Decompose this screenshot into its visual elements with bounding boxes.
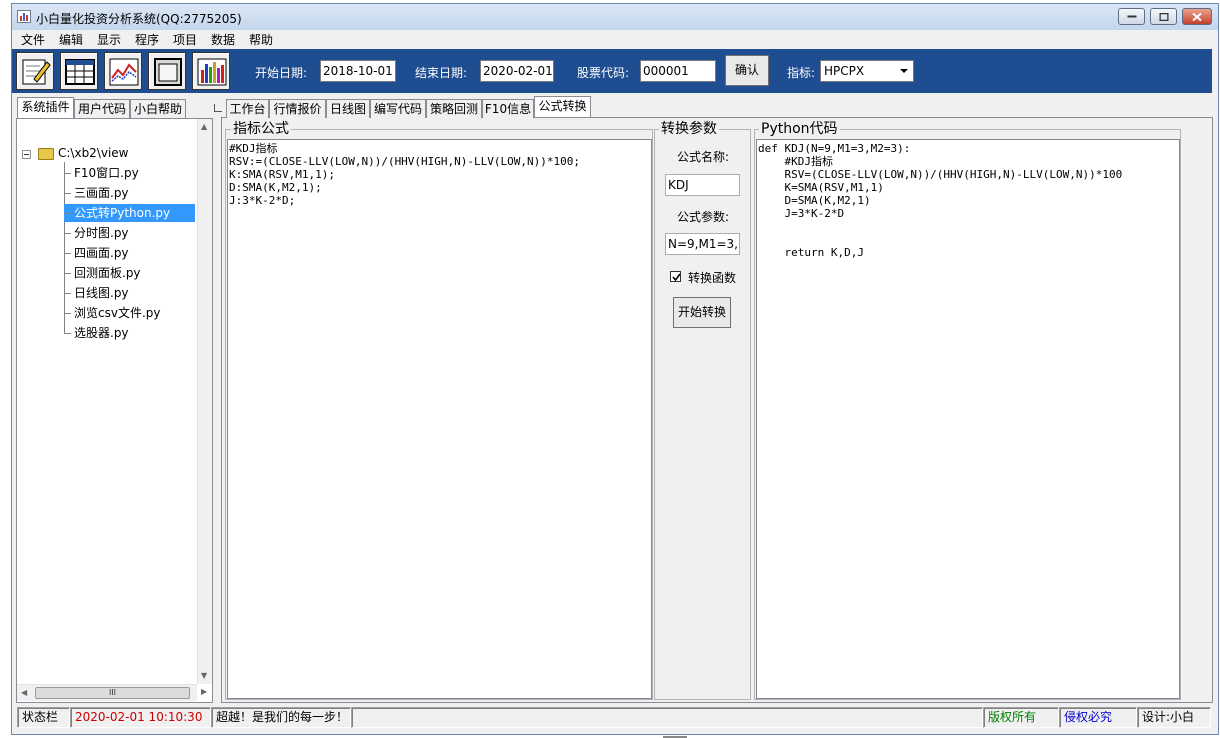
folder-icon <box>38 148 54 160</box>
tab-strip-corner <box>214 104 222 112</box>
menu-view[interactable]: 显示 <box>97 31 121 48</box>
formula-params-label: 公式参数: <box>677 210 730 224</box>
tab-market-quotes[interactable]: 行情报价 <box>269 99 326 118</box>
menu-file[interactable]: 文件 <box>21 31 45 48</box>
tab-workbench[interactable]: 工作台 <box>226 99 269 118</box>
formula-params-input[interactable]: N=9,M1=3,M2=3 <box>665 233 740 255</box>
formula-name-input[interactable]: KDJ <box>665 174 740 196</box>
minimize-button[interactable] <box>1118 8 1145 25</box>
tree-file-item[interactable]: 分时图.py <box>64 224 129 242</box>
scroll-right-icon[interactable]: ▶ <box>201 687 207 696</box>
formula-name-label: 公式名称: <box>677 150 730 164</box>
indicator-select-value: HPCPX <box>824 64 865 78</box>
formula-group-title: 指标公式 <box>231 121 291 137</box>
scroll-left-icon[interactable]: ◀ <box>21 688 27 697</box>
status-piracy-notice: 侵权必究 <box>1059 707 1137 728</box>
edit-pencil-icon <box>22 59 51 85</box>
toolbar-edit-button[interactable] <box>16 52 54 90</box>
tree-file-item[interactable]: 四画面.py <box>64 244 129 262</box>
bar-chart-icon <box>197 58 227 86</box>
window-title: 小白量化投资分析系统(QQ:2775205) <box>36 12 242 26</box>
convert-function-checkbox[interactable] <box>670 271 681 282</box>
chevron-down-icon <box>900 69 908 73</box>
menu-project[interactable]: 项目 <box>173 31 197 48</box>
status-message: 超越！是我们的每一步！ <box>211 707 351 728</box>
stock-code-label: 股票代码: <box>577 66 630 80</box>
tab-user-code[interactable]: 用户代码 <box>74 99 130 118</box>
menu-data[interactable]: 数据 <box>211 31 235 48</box>
stock-code-input[interactable]: 000001 <box>640 60 716 82</box>
scroll-down-icon[interactable]: ▼ <box>201 671 207 680</box>
python-group-title: Python代码 <box>759 121 840 137</box>
tab-system-plugins[interactable]: 系统插件 <box>17 97 74 118</box>
status-copyright: 版权所有 <box>983 707 1059 728</box>
tree-file-item[interactable]: 日线图.py <box>64 284 129 302</box>
tree-file-item[interactable]: 选股器.py <box>64 324 129 342</box>
tab-f10-info[interactable]: F10信息 <box>482 99 534 118</box>
tree-file-item-selected[interactable]: 公式转Python.py <box>64 204 195 222</box>
toolbar-line-chart-button[interactable] <box>104 52 142 90</box>
status-label: 状态栏 <box>17 707 70 728</box>
minimize-icon <box>1127 15 1136 17</box>
convert-function-label[interactable]: 转换函数 <box>688 269 736 286</box>
tree-file-item[interactable]: 回测面板.py <box>64 264 141 282</box>
indicator-label: 指标: <box>787 66 816 80</box>
window-frame-icon <box>154 58 182 86</box>
toolbar-window-button[interactable] <box>148 52 186 90</box>
status-spacer <box>351 707 983 728</box>
maximize-button[interactable] <box>1150 8 1177 25</box>
python-code: def KDJ(N=9,M1=3,M2=3): #KDJ指标 RSV=(CLOS… <box>758 142 1123 259</box>
tree-root-folder[interactable]: C:\xb2\view <box>58 146 129 160</box>
tab-write-code[interactable]: 编写代码 <box>370 99 426 118</box>
tab-xiaobai-help[interactable]: 小白帮助 <box>130 99 186 118</box>
end-date-input[interactable]: 2020-02-01 <box>480 60 554 82</box>
indicator-select[interactable]: HPCPX <box>820 60 914 82</box>
tree-collapse-icon[interactable] <box>22 150 31 159</box>
formula-code: #KDJ指标 RSV:=(CLOSE-LLV(LOW,N))/(HHV(HIGH… <box>229 142 580 207</box>
line-chart-icon <box>109 58 139 86</box>
tree-file-item[interactable]: 三画面.py <box>64 184 129 202</box>
convert-params-title: 转换参数 <box>659 121 719 137</box>
end-date-label: 结束日期: <box>415 66 468 80</box>
tree-file-item[interactable]: F10窗口.py <box>64 164 139 182</box>
tab-formula-convert[interactable]: 公式转换 <box>534 96 591 117</box>
start-date-input[interactable]: 2018-10-01 <box>320 60 396 82</box>
start-convert-button[interactable]: 开始转换 <box>673 297 731 328</box>
scroll-up-icon[interactable]: ▲ <box>201 122 207 131</box>
table-icon <box>65 59 95 85</box>
tab-daily-chart[interactable]: 日线图 <box>326 99 370 118</box>
tree-vertical-scrollbar[interactable]: ▲ ▼ <box>197 119 212 684</box>
app-chart-icon <box>17 10 31 23</box>
toolbar-table-button[interactable] <box>60 52 98 90</box>
close-icon <box>1192 12 1202 21</box>
menu-edit[interactable]: 编辑 <box>59 31 83 48</box>
status-datetime: 2020-02-01 10:10:30 <box>70 707 211 728</box>
status-designer: 设计:小白 <box>1137 707 1211 728</box>
formula-editor[interactable]: #KDJ指标 RSV:=(CLOSE-LLV(LOW,N))/(HHV(HIGH… <box>227 139 652 699</box>
tab-strategy-backtest[interactable]: 策略回测 <box>426 99 482 118</box>
tree-file-item[interactable]: 浏览csv文件.py <box>64 304 161 322</box>
horizontal-scroll-thumb[interactable]: III <box>35 687 190 699</box>
checkmark-icon <box>672 273 681 282</box>
python-code-editor[interactable]: def KDJ(N=9,M1=3,M2=3): #KDJ指标 RSV=(CLOS… <box>756 139 1180 699</box>
menu-help[interactable]: 帮助 <box>249 31 273 48</box>
start-date-label: 开始日期: <box>255 66 308 80</box>
confirm-button[interactable]: 确认 <box>725 55 769 86</box>
maximize-icon <box>1159 12 1168 21</box>
menu-program[interactable]: 程序 <box>135 31 159 48</box>
toolbar-bar-chart-button[interactable] <box>192 52 230 90</box>
close-button[interactable] <box>1182 8 1212 25</box>
